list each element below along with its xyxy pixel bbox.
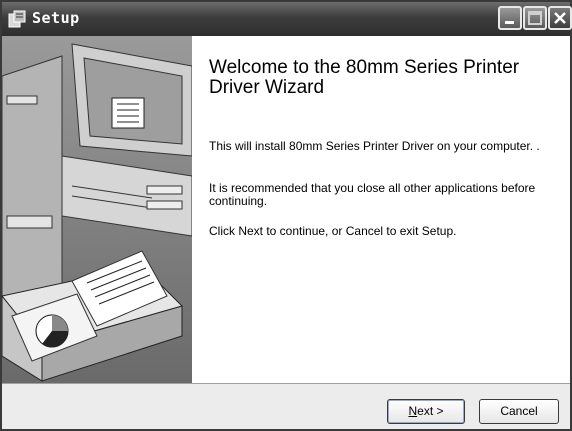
minimize-button[interactable] (498, 6, 522, 30)
next-mnemonic: N (408, 404, 418, 418)
maximize-button[interactable] (523, 6, 547, 30)
setup-window: Setup Welcome to the 80mm Series Printer… (0, 0, 572, 431)
close-icon (554, 12, 566, 24)
cancel-button[interactable]: Cancel (479, 399, 559, 424)
maximize-icon (528, 11, 542, 25)
title-bar[interactable]: Setup (2, 2, 572, 36)
next-button[interactable]: Next > (387, 399, 465, 424)
install-info-text: This will install 80mm Series Printer Dr… (209, 139, 540, 153)
recommendation-text: It is recommended that you close all oth… (209, 181, 536, 208)
minimize-icon (505, 21, 514, 24)
wizard-side-image (2, 36, 192, 383)
setup-app-icon (8, 10, 26, 28)
instruction-text: Click Next to continue, or Cancel to exi… (209, 224, 457, 238)
next-label: ext > (417, 404, 444, 418)
button-bar: Next > Cancel (2, 385, 570, 429)
window-title: Setup (32, 9, 80, 27)
wizard-heading: Welcome to the 80mm Series Printer Drive… (209, 57, 520, 98)
wizard-content: Welcome to the 80mm Series Printer Drive… (192, 36, 570, 383)
close-button[interactable] (548, 6, 572, 30)
